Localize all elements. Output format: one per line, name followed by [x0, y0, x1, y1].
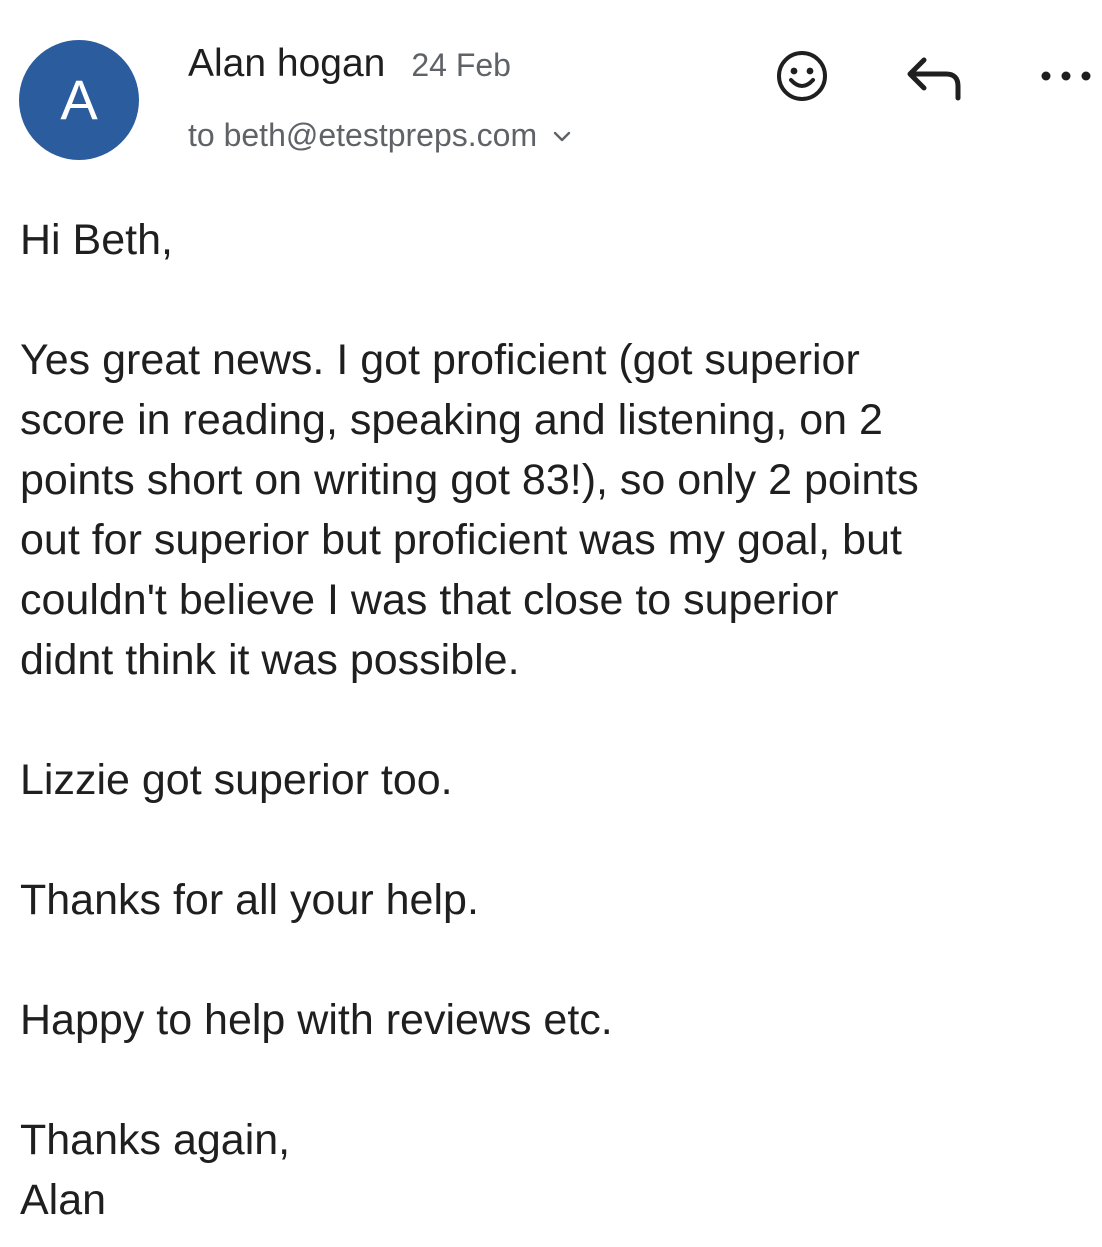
add-reaction-button[interactable]: [770, 44, 834, 108]
paragraph-line: score in reading, speaking and listening…: [20, 396, 883, 444]
message-paragraph: Lizzie got superior too.: [20, 756, 453, 804]
greeting: Hi Beth,: [20, 216, 173, 264]
reply-icon: [907, 57, 961, 101]
message-body: Hi Beth, Yes great news. I got proficien…: [20, 210, 1100, 1230]
paragraph-line: out for superior but proficient was my g…: [20, 516, 902, 564]
email-header: A Alan hogan 24 Feb to beth@etestpreps.c…: [0, 0, 1102, 180]
sender-name[interactable]: Alan hogan: [188, 42, 385, 86]
chevron-down-icon: [553, 131, 571, 142]
reply-button[interactable]: [900, 50, 966, 106]
signoff: Thanks again,: [20, 1116, 291, 1164]
sender-row: Alan hogan 24 Feb: [188, 42, 511, 92]
recipient-details-toggle[interactable]: to beth@etestpreps.com: [188, 112, 573, 158]
more-options-icon: [1041, 71, 1091, 81]
paragraph-line: couldn't believe I was that close to sup…: [20, 576, 839, 624]
smiley-icon: [777, 51, 827, 101]
more-options-button[interactable]: [1036, 56, 1096, 96]
paragraph-line: Yes great news. I got proficient (got su…: [20, 336, 860, 384]
message-date: 24 Feb: [411, 47, 511, 83]
avatar[interactable]: A: [19, 40, 139, 160]
message-paragraph: Happy to help with reviews etc.: [20, 996, 613, 1044]
message-paragraph: Yes great news. I got proficient (got su…: [20, 330, 1100, 690]
recipient-text: to beth@etestpreps.com: [188, 116, 538, 153]
message-paragraph: Thanks for all your help.: [20, 876, 479, 924]
signature: Alan: [20, 1176, 107, 1224]
paragraph-line: points short on writing got 83!), so onl…: [20, 456, 919, 504]
paragraph-line: didnt think it was possible.: [20, 636, 520, 684]
signoff-block: Thanks again, Alan: [20, 1110, 1100, 1230]
